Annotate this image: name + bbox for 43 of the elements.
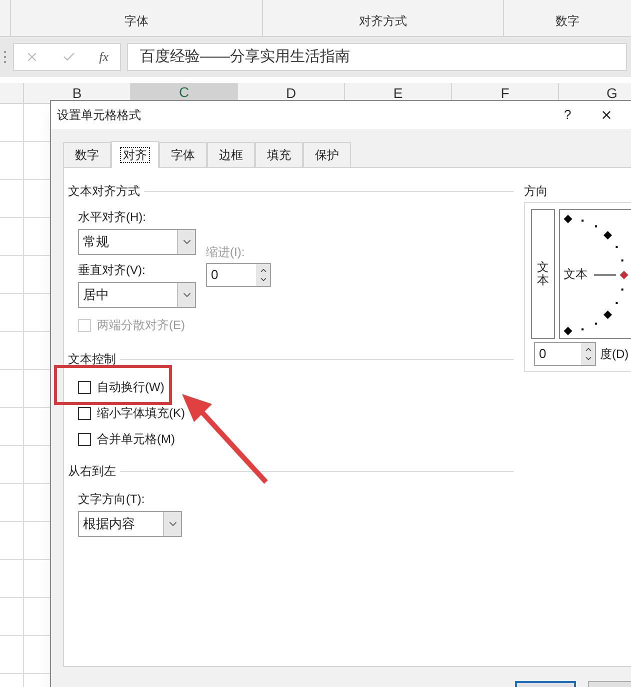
help-button[interactable]: ?: [564, 105, 572, 125]
tab[interactable]: 边框: [207, 142, 255, 167]
ribbon-group-label: 数字: [556, 13, 580, 30]
field-label: 缩进(I):: [206, 244, 246, 261]
checkbox[interactable]: [78, 432, 91, 446]
close-button[interactable]: ×: [601, 106, 612, 124]
section-title: 文本控制: [68, 351, 116, 368]
ribbon-group-label: 字体: [124, 13, 148, 30]
horizontal-align-dropdown[interactable]: 常规: [78, 229, 196, 255]
ribbon-group-label: 对齐方式: [358, 13, 407, 30]
tab[interactable]: 保护: [303, 142, 351, 167]
grip-icon: [4, 51, 7, 63]
degrees-spinner[interactable]: 0: [534, 342, 596, 366]
section-title: 从右到左: [68, 463, 116, 480]
dropdown-icon: [177, 230, 195, 254]
spin-icon: [581, 343, 595, 365]
checkbox[interactable]: [78, 380, 91, 394]
orientation-dial[interactable]: 文本: [558, 209, 631, 339]
dropdown-icon: [177, 283, 195, 307]
checkbox-label: 缩小字体填充(K): [97, 405, 185, 422]
section-title: 方向: [524, 183, 549, 200]
function-button[interactable]: fx: [99, 47, 109, 67]
field-label: 度(D): [600, 346, 629, 363]
checkbox-label: 两端分散对齐(E): [97, 317, 185, 334]
tab[interactable]: 数字: [63, 142, 111, 167]
checkbox[interactable]: [78, 406, 91, 420]
tab[interactable]: 对齐: [111, 141, 159, 168]
tab[interactable]: 字体: [159, 142, 207, 167]
tab[interactable]: 填充: [255, 142, 303, 167]
section-title: 文本对齐方式: [68, 183, 140, 200]
field-label: 水平对齐(H):: [78, 209, 147, 226]
checkbox-label: 合并单元格(M): [97, 431, 175, 448]
field-label: 文字方向(T):: [78, 491, 146, 508]
indent-spinner[interactable]: 0: [206, 263, 271, 287]
field-label: 垂直对齐(V):: [78, 262, 146, 279]
dialog-title: 设置单元格格式: [57, 107, 141, 124]
dropdown-icon: [163, 512, 181, 536]
checkbox-label: 自动换行(W): [97, 379, 164, 396]
vertical-text-button[interactable]: 文本: [531, 209, 555, 339]
formula-field[interactable]: 百度经验——分享实用生活指南: [127, 43, 627, 71]
spin-icon: [256, 264, 270, 286]
text-direction-dropdown[interactable]: 根据内容: [78, 511, 182, 537]
vertical-align-dropdown[interactable]: 居中: [78, 282, 196, 308]
